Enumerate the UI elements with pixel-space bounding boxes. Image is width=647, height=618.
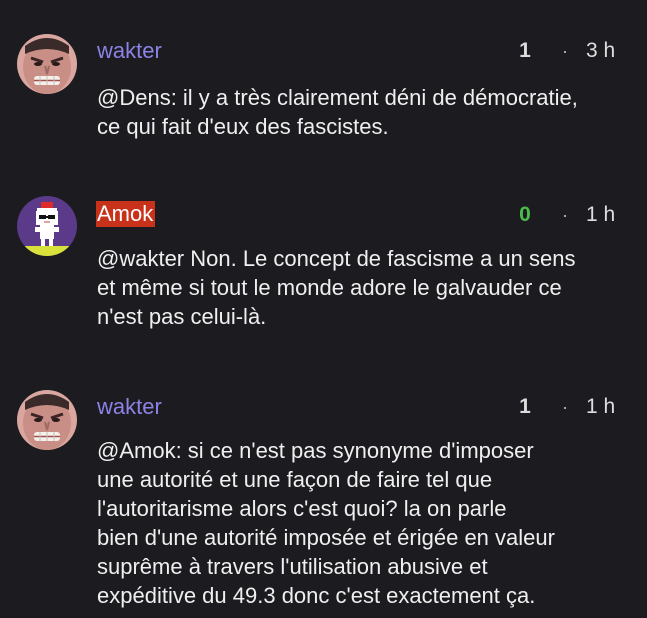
username[interactable]: wakter [97,38,162,64]
avatar[interactable] [17,196,77,256]
angry-face-icon [17,390,77,450]
separator-dot: · [562,41,568,61]
comment-text: @Dens: il y a très clairement déni de dé… [97,85,578,139]
vote-score: 1 [519,395,531,418]
angry-face-icon [17,34,77,94]
separator-dot: · [562,397,568,417]
vote-score: 1 [519,39,531,62]
pixel-cat-sunglasses-icon [17,196,77,256]
vote-score: 0 [519,203,531,226]
avatar[interactable] [17,390,77,450]
timestamp: 3 h [586,39,616,62]
timestamp: 1 h [586,203,616,226]
comment-text: @Amok: si ce n'est pas synonyme d'impose… [97,438,555,608]
avatar[interactable] [17,34,77,94]
username[interactable]: wakter [97,394,162,420]
timestamp: 1 h [586,395,616,418]
comment-text: @wakter Non. Le concept de fascisme a un… [97,246,576,329]
separator-dot: · [562,205,568,225]
username[interactable]: Amok [96,201,156,227]
